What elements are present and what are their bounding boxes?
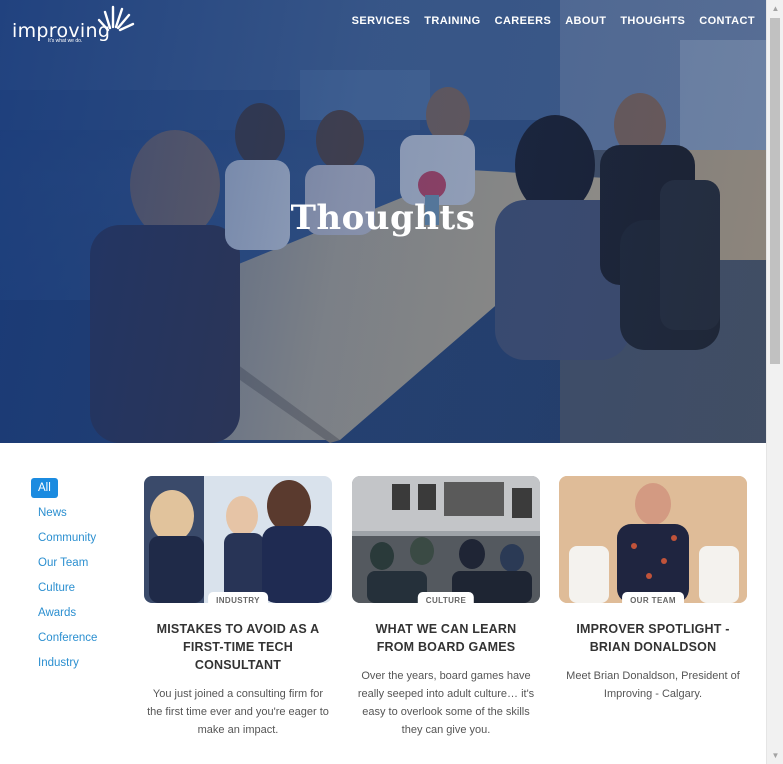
post-card-image[interactable] [559,476,747,603]
consultant-meeting-photo [144,476,332,603]
nav-about[interactable]: ABOUT [565,15,606,27]
scroll-down-arrow-icon[interactable]: ▼ [767,747,783,764]
nav-thoughts[interactable]: THOUGHTS [620,15,685,27]
nav-careers[interactable]: CAREERS [495,15,552,27]
filter-culture[interactable]: Culture [31,578,121,603]
post-card-image[interactable] [144,476,332,603]
post-excerpt: Over the years, board games have really … [357,670,535,736]
post-title[interactable]: WHAT WE CAN LEARN FROM BOARD GAMES [352,620,540,656]
category-filter-list: All News Community Our Team Culture Awar… [31,478,121,678]
post-card[interactable]: INDUSTRY MISTAKES TO AVOID AS A FIRST-TI… [144,476,332,739]
filter-news[interactable]: News [31,503,121,528]
board-games-photo [352,476,540,603]
improving-logo[interactable]: improving It's what we do. [12,4,137,44]
filter-awards[interactable]: Awards [31,603,121,628]
nav-training[interactable]: TRAINING [424,15,480,27]
post-excerpt: You just joined a consulting firm for th… [147,688,329,736]
page-title: Thoughts [290,198,476,238]
filter-all[interactable]: All [31,478,58,498]
post-card-image[interactable] [352,476,540,603]
filter-industry[interactable]: Industry [31,653,121,678]
scrollbar-thumb[interactable] [770,18,780,364]
post-card[interactable]: OUR TEAM IMPROVER SPOTLIGHT - BRIAN DONA… [559,476,747,703]
main-nav: SERVICES TRAINING CAREERS ABOUT THOUGHTS… [352,15,755,27]
post-category-badge[interactable]: INDUSTRY [208,592,268,608]
nav-contact[interactable]: CONTACT [699,15,755,27]
post-card[interactable]: CULTURE WHAT WE CAN LEARN FROM BOARD GAM… [352,476,540,739]
page-scrollbar[interactable]: ▲ ▼ [766,0,783,764]
filter-our-team[interactable]: Our Team [31,553,121,578]
filter-community[interactable]: Community [31,528,121,553]
filter-conference[interactable]: Conference [31,628,121,653]
logo-tagline: It's what we do. [48,38,83,44]
nav-services[interactable]: SERVICES [352,15,411,27]
brian-donaldson-portrait [559,476,747,603]
post-category-badge[interactable]: CULTURE [417,592,475,608]
post-title[interactable]: IMPROVER SPOTLIGHT - BRIAN DONALDSON [559,620,747,656]
scroll-up-arrow-icon[interactable]: ▲ [767,0,783,17]
post-category-badge[interactable]: OUR TEAM [622,592,684,608]
hero-banner: Thoughts [0,0,766,443]
post-excerpt: Meet Brian Donaldson, President of Impro… [566,670,740,700]
post-title[interactable]: MISTAKES TO AVOID AS A FIRST-TIME TECH C… [144,620,332,674]
